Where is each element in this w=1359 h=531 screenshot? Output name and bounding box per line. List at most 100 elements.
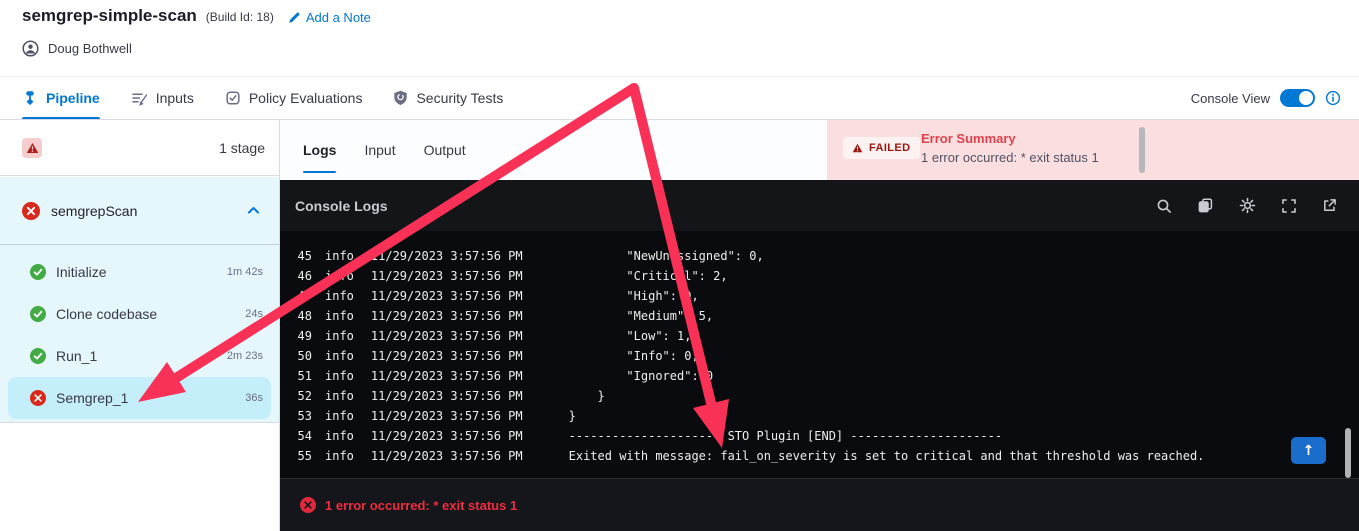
sidebar-step-run-1[interactable]: Run_1 2m 23s (8, 335, 271, 377)
console-view-toggle[interactable] (1280, 89, 1315, 107)
warning-triangle-icon (26, 142, 39, 154)
log-message: "Low": 1, (568, 329, 692, 343)
log-message: "Info": 0, (568, 349, 699, 363)
log-message: } (568, 409, 576, 423)
step-duration: 36s (245, 392, 263, 404)
tab-label: Input (364, 142, 396, 158)
page-title: semgrep-simple-scan (22, 6, 197, 25)
tab-security-tests[interactable]: Security Tests (393, 77, 503, 119)
log-timestamp: 11/29/2023 3:57:56 PM (370, 449, 523, 463)
tab-pipeline[interactable]: Pipeline (22, 77, 100, 119)
console-error-footer: 1 error occurred: * exit status 1 (280, 478, 1359, 531)
warning-triangle-icon (852, 143, 863, 153)
fullscreen-icon[interactable] (1281, 198, 1297, 214)
log-line-number: 52 (297, 389, 312, 403)
log-timestamp: 11/29/2023 3:57:56 PM (370, 269, 523, 283)
step-name: Initialize (56, 264, 107, 280)
log-line: 54 info 11/29/2023 3:57:56 PM -------------… (280, 426, 1359, 446)
error-summary-texts: Error Summary 1 error occurred: * exit s… (921, 131, 1099, 165)
warning-badge[interactable] (22, 138, 42, 158)
log-level: info (325, 349, 354, 363)
user-name: Doug Bothwell (48, 41, 132, 56)
tab-label: Security Tests (416, 90, 504, 106)
scroll-to-top-button[interactable]: ↑ (1291, 437, 1326, 464)
error-summary-message: 1 error occurred: * exit status 1 (921, 150, 1099, 165)
log-line: 47 info 11/29/2023 3:57:56 PM "High": 0, (280, 286, 1359, 306)
log-message: } (568, 389, 605, 403)
open-in-new-icon[interactable] (1322, 198, 1337, 213)
error-summary-title: Error Summary (921, 131, 1016, 146)
stage-steps: Initialize 1m 42s Clone codebase 24s Run_1 2m… (0, 245, 279, 419)
step-duration: 24s (245, 308, 263, 320)
pipeline-tabbar: Pipeline Inputs Policy Evaluations Security… (0, 77, 1359, 120)
log-timestamp: 11/29/2023 3:57:56 PM (370, 369, 523, 383)
log-message: "NewUnassigned": 0, (568, 249, 764, 263)
stage-name: semgrepScan (51, 202, 138, 219)
log-message: "Medium": 5, (568, 309, 714, 323)
log-line: 50 info 11/29/2023 3:57:56 PM "Info": 0, (280, 346, 1359, 366)
log-line-number: 54 (297, 429, 312, 443)
user-row: Doug Bothwell (22, 40, 132, 57)
tab-logs[interactable]: Logs (303, 120, 337, 180)
log-timestamp: 11/29/2023 3:57:56 PM (370, 309, 523, 323)
console-logs-title: Console Logs (295, 197, 388, 214)
log-line-number: 46 (297, 269, 312, 283)
log-line: 51 info 11/29/2023 3:57:56 PM "Ignored": 0 (280, 366, 1359, 386)
log-timestamp: 11/29/2023 3:57:56 PM (370, 329, 523, 343)
log-level: info (325, 309, 354, 323)
log-level: info (325, 249, 354, 263)
stage-count: 1 stage (219, 140, 265, 156)
log-line-number: 48 (297, 309, 312, 323)
console-toolbar (1156, 197, 1337, 214)
step-duration: 1m 42s (226, 266, 263, 278)
title-row: semgrep-simple-scan (Build Id: 18) Add a… (22, 6, 371, 26)
chevron-up-icon[interactable] (246, 203, 261, 218)
tab-label: Policy Evaluations (248, 90, 363, 106)
search-icon[interactable] (1156, 198, 1172, 214)
add-note-button[interactable]: Add a Note (288, 10, 371, 25)
execution-sidebar: 1 stage semgrepScan Initialize 1m 42s Clon… (0, 120, 280, 531)
log-line-number: 47 (297, 289, 312, 303)
inputs-icon (131, 90, 148, 106)
build-header: semgrep-simple-scan (Build Id: 18) Add a… (0, 0, 1359, 77)
log-level: info (325, 429, 354, 443)
log-message: "High": 0, (568, 289, 699, 303)
log-level: info (325, 449, 354, 463)
sidebar-step-semgrep-1[interactable]: Semgrep_1 36s (8, 377, 271, 419)
tab-policy-evaluations[interactable]: Policy Evaluations (225, 77, 363, 119)
execution-main: Logs Input Output FAILED Error Summary 1 e… (280, 120, 1359, 531)
log-message: "Critical": 2, (568, 269, 728, 283)
footer-error-text: 1 error occurred: * exit status 1 (325, 497, 518, 513)
log-level: info (325, 269, 354, 283)
step-name: Run_1 (56, 348, 98, 364)
tab-output[interactable]: Output (424, 120, 466, 180)
log-line-number: 50 (297, 349, 312, 363)
error-circle-icon (30, 390, 46, 406)
error-circle-icon (300, 497, 316, 513)
console-scrollbar-thumb[interactable] (1345, 428, 1351, 478)
avatar-icon (22, 40, 39, 57)
console-logs-panel: Console Logs 45 info 11/29/2023 3:57:56 PM… (280, 180, 1359, 531)
sidebar-step-clone-codebase[interactable]: Clone codebase 24s (8, 293, 271, 335)
log-timestamp: 11/29/2023 3:57:56 PM (370, 289, 523, 303)
tab-inputs[interactable]: Inputs (131, 77, 194, 119)
sidebar-step-initialize[interactable]: Initialize 1m 42s (8, 251, 271, 293)
stage-header-semgrepscan[interactable]: semgrepScan (0, 177, 279, 245)
log-line: 46 info 11/29/2023 3:57:56 PM "Critical": … (280, 266, 1359, 286)
log-line-number: 45 (297, 249, 312, 263)
log-level: info (325, 389, 354, 403)
log-level: info (325, 369, 354, 383)
pencil-icon (288, 11, 301, 24)
tabbar-right: Console View (1191, 77, 1359, 119)
log-line: 45 info 11/29/2023 3:57:56 PM "NewUnassign… (280, 246, 1359, 266)
log-message: --------------------- STO Plugin [END] -… (568, 429, 1003, 443)
tab-input[interactable]: Input (364, 120, 395, 180)
settings-icon[interactable] (1239, 197, 1256, 214)
log-timestamp: 11/29/2023 3:57:56 PM (370, 249, 523, 263)
log-line-number: 49 (297, 329, 312, 343)
stage-count-row: 1 stage (0, 120, 279, 176)
copy-icon[interactable] (1197, 197, 1214, 214)
info-icon[interactable] (1325, 90, 1341, 106)
log-line: 52 info 11/29/2023 3:57:56 PM } (280, 386, 1359, 406)
banner-scrollbar-thumb[interactable] (1139, 127, 1145, 173)
